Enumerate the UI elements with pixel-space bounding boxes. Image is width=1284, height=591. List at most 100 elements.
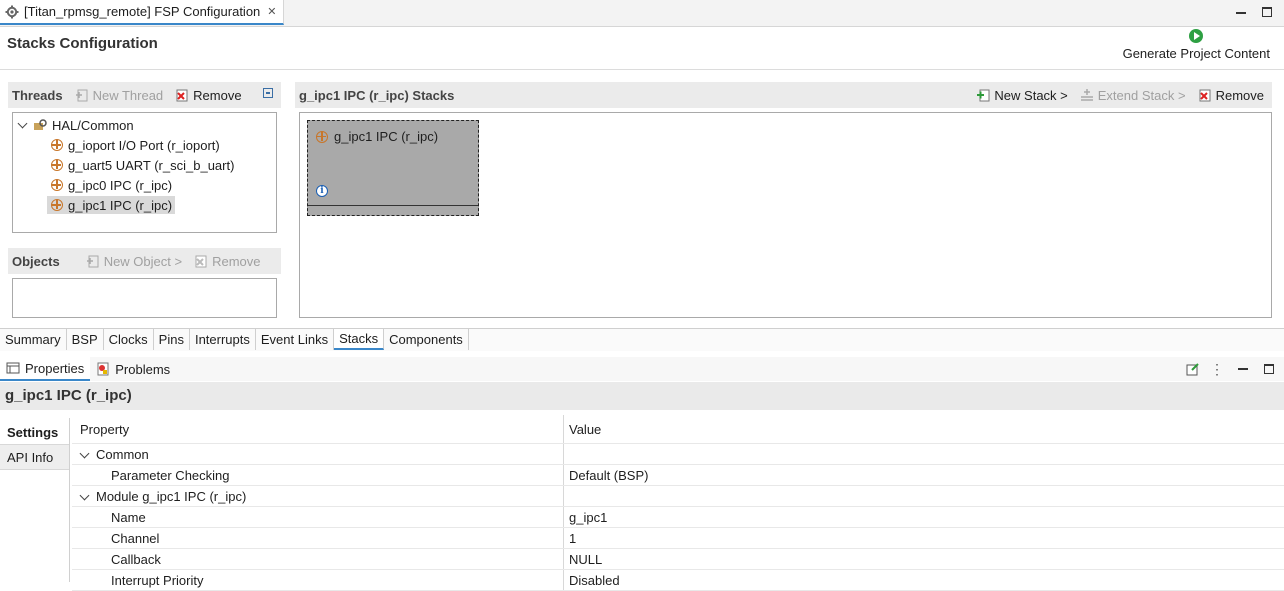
stacks-toolbar: g_ipc1 IPC (r_ipc) Stacks New Stack > Ex… [295,82,1272,108]
extend-stack-button[interactable]: Extend Stack > [1080,88,1186,103]
tab-event-links[interactable]: Event Links [256,329,334,350]
properties-icon [6,361,20,375]
group-label: Common [96,447,149,462]
tree-node-hal-common[interactable]: HAL/Common [19,115,276,135]
table-row[interactable]: Callback NULL [72,549,1284,570]
stack-card-label: g_ipc1 IPC (r_ipc) [334,129,438,144]
chevron-down-icon[interactable] [80,448,90,458]
remove-stack-label: Remove [1216,88,1264,103]
editor-tab[interactable]: [Titan_rpmsg_remote] FSP Configuration ✕ [0,0,284,25]
stack-card-divider [308,205,478,206]
new-thread-label: New Thread [93,88,164,103]
property-name: Interrupt Priority [72,570,564,591]
maximize-editor-button[interactable] [1262,7,1272,17]
maximize-icon [1262,7,1272,17]
tree-item-2[interactable]: g_ipc0 IPC (r_ipc) [19,175,276,195]
editor-tab-title: [Titan_rpmsg_remote] FSP Configuration [24,4,260,19]
page-title: Stacks Configuration [7,35,158,52]
tree-item-label: g_ipc0 IPC (r_ipc) [68,178,172,193]
table-row-group-module[interactable]: Module g_ipc1 IPC (r_ipc) [72,486,1284,507]
table-header-row: Property Value [72,415,1284,444]
table-row[interactable]: Interrupt Priority Disabled [72,570,1284,591]
generate-label: Generate Project Content [1123,46,1270,61]
new-object-button[interactable]: New Object > [86,254,182,269]
property-name: Callback [72,549,564,570]
threads-toolbar: Threads New Thread Remove [8,82,281,108]
new-object-icon [86,254,100,268]
stack-card-header: g_ipc1 IPC (r_ipc) [316,129,438,144]
tree-item-3[interactable]: g_ipc1 IPC (r_ipc) [19,195,276,215]
remove-stack-button[interactable]: Remove [1198,88,1264,103]
minimize-icon [1238,368,1248,370]
tab-pins[interactable]: Pins [154,329,190,350]
remove-icon [194,254,208,268]
table-row[interactable]: Channel 1 [72,528,1284,549]
tree-item-1[interactable]: g_uart5 UART (r_sci_b_uart) [19,155,276,175]
minimize-editor-button[interactable] [1236,7,1246,14]
remove-thread-button[interactable]: Remove [175,88,241,103]
property-name: Parameter Checking [72,465,564,486]
minimize-icon [1236,12,1246,14]
generate-project-content-button[interactable]: Generate Project Content [1123,29,1270,61]
tab-stacks[interactable]: Stacks [334,329,384,350]
new-thread-icon [75,88,89,102]
tree-item-label: g_uart5 UART (r_sci_b_uart) [68,158,234,173]
config-tabs: Summary BSP Clocks Pins Interrupts Event… [0,328,1284,351]
problems-icon [96,362,110,376]
view-menu-icon[interactable]: ⋮ [1210,364,1224,374]
property-value[interactable]: Default (BSP) [564,465,1284,486]
tab-api-info[interactable]: API Info [0,444,69,470]
new-thread-button[interactable]: New Thread [75,88,164,103]
property-value[interactable]: Disabled [564,570,1284,591]
tab-summary[interactable]: Summary [0,329,67,350]
group-label: Module g_ipc1 IPC (r_ipc) [96,489,246,504]
tab-interrupts[interactable]: Interrupts [190,329,256,350]
tab-problems-label: Problems [115,362,170,377]
property-value[interactable]: 1 [564,528,1284,549]
tab-clocks[interactable]: Clocks [104,329,154,350]
new-stack-button[interactable]: New Stack > [976,88,1067,103]
tab-settings[interactable]: Settings [0,420,69,444]
table-row-group-common[interactable]: Common [72,444,1284,465]
info-icon[interactable]: i [316,185,328,197]
play-icon [1189,29,1203,43]
chevron-down-icon[interactable] [80,490,90,500]
tree-item-label: g_ioport I/O Port (r_ioport) [68,138,220,153]
new-stack-icon [976,88,990,102]
new-stack-label: New Stack > [994,88,1067,103]
tab-problems[interactable]: Problems [90,357,176,381]
table-row[interactable]: Name g_ipc1 [72,507,1284,528]
page-header: Stacks Configuration Generate Project Co… [0,27,1284,70]
column-header-value: Value [564,415,1284,444]
stacks-title: g_ipc1 IPC (r_ipc) Stacks [299,88,454,103]
module-icon [51,179,63,191]
table-row[interactable]: Parameter Checking Default (BSP) [72,465,1284,486]
editor-tab-bar: [Titan_rpmsg_remote] FSP Configuration ✕ [0,0,1284,27]
chevron-down-icon[interactable] [18,119,28,129]
close-icon[interactable]: ✕ [267,5,276,18]
extend-stack-label: Extend Stack > [1098,88,1186,103]
module-icon [51,199,63,211]
tab-bsp[interactable]: BSP [67,329,104,350]
tree-item-0[interactable]: g_ioport I/O Port (r_ioport) [19,135,276,155]
threads-tree: HAL/Common g_ioport I/O Port (r_ioport) … [12,112,277,233]
hal-folder-icon [33,118,47,132]
pin-view-icon[interactable] [1186,362,1200,376]
remove-icon [175,88,189,102]
tab-properties[interactable]: Properties [0,357,90,381]
tab-components[interactable]: Components [384,329,469,350]
properties-title-bar: g_ipc1 IPC (r_ipc) [0,382,1284,410]
stack-module-card[interactable]: g_ipc1 IPC (r_ipc) i [307,120,479,216]
property-value[interactable]: NULL [564,549,1284,570]
maximize-view-button[interactable] [1264,364,1274,374]
extend-stack-icon [1080,88,1094,102]
remove-object-button[interactable]: Remove [194,254,260,269]
maximize-icon [1264,364,1274,374]
tab-properties-label: Properties [25,361,84,376]
module-icon [51,139,63,151]
minimize-view-button[interactable] [1238,368,1248,370]
property-value[interactable]: g_ipc1 [564,507,1284,528]
threads-title: Threads [12,88,63,103]
collapse-all-icon[interactable] [263,88,273,98]
remove-thread-label: Remove [193,88,241,103]
